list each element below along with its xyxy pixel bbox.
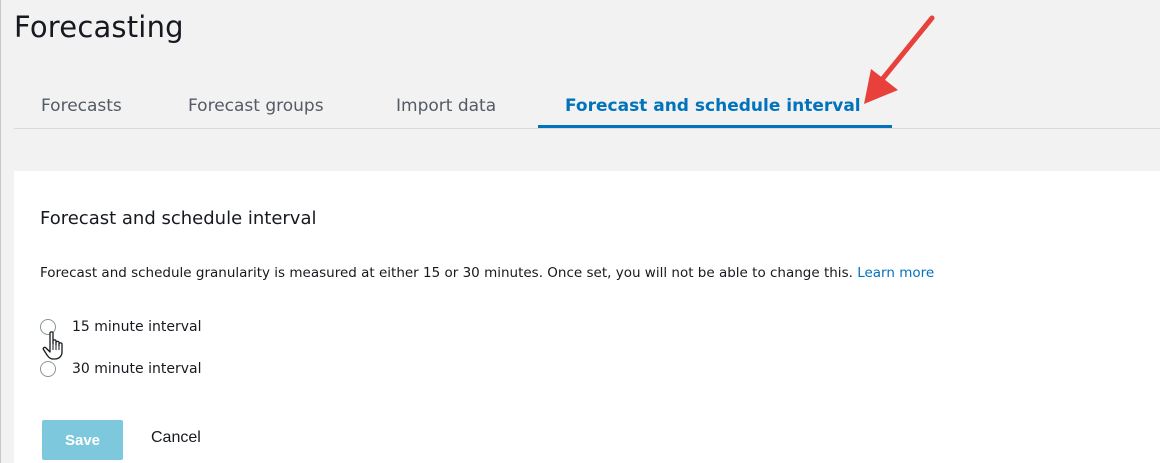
tab-forecast-groups[interactable]: Forecast groups: [188, 96, 324, 116]
tab-forecast-and-schedule-interval[interactable]: Forecast and schedule interval: [565, 96, 861, 116]
learn-more-link[interactable]: Learn more: [857, 265, 934, 281]
save-button[interactable]: Save: [42, 420, 123, 460]
description-text: Forecast and schedule granularity is mea…: [40, 265, 853, 281]
section-title: Forecast and schedule interval: [40, 208, 317, 229]
cancel-button[interactable]: Cancel: [151, 429, 201, 447]
tab-bar: Forecasts Forecast groups Import data Fo…: [14, 86, 1160, 129]
radio-label-30-minute: 30 minute interval: [72, 361, 202, 377]
description: Forecast and schedule granularity is mea…: [40, 265, 934, 281]
active-tab-indicator: [538, 125, 892, 128]
radio-button-30-minute[interactable]: [40, 361, 56, 377]
radio-label-15-minute: 15 minute interval: [72, 319, 202, 335]
page-title: Forecasting: [14, 10, 184, 44]
radio-option-30-minute[interactable]: 30 minute interval: [40, 359, 201, 379]
hand-pointer-icon: [42, 331, 63, 360]
settings-panel: Forecast and schedule interval Forecast …: [14, 171, 1160, 463]
tab-forecasts[interactable]: Forecasts: [41, 96, 122, 116]
left-border: [0, 0, 1, 463]
tab-import-data[interactable]: Import data: [396, 96, 496, 116]
